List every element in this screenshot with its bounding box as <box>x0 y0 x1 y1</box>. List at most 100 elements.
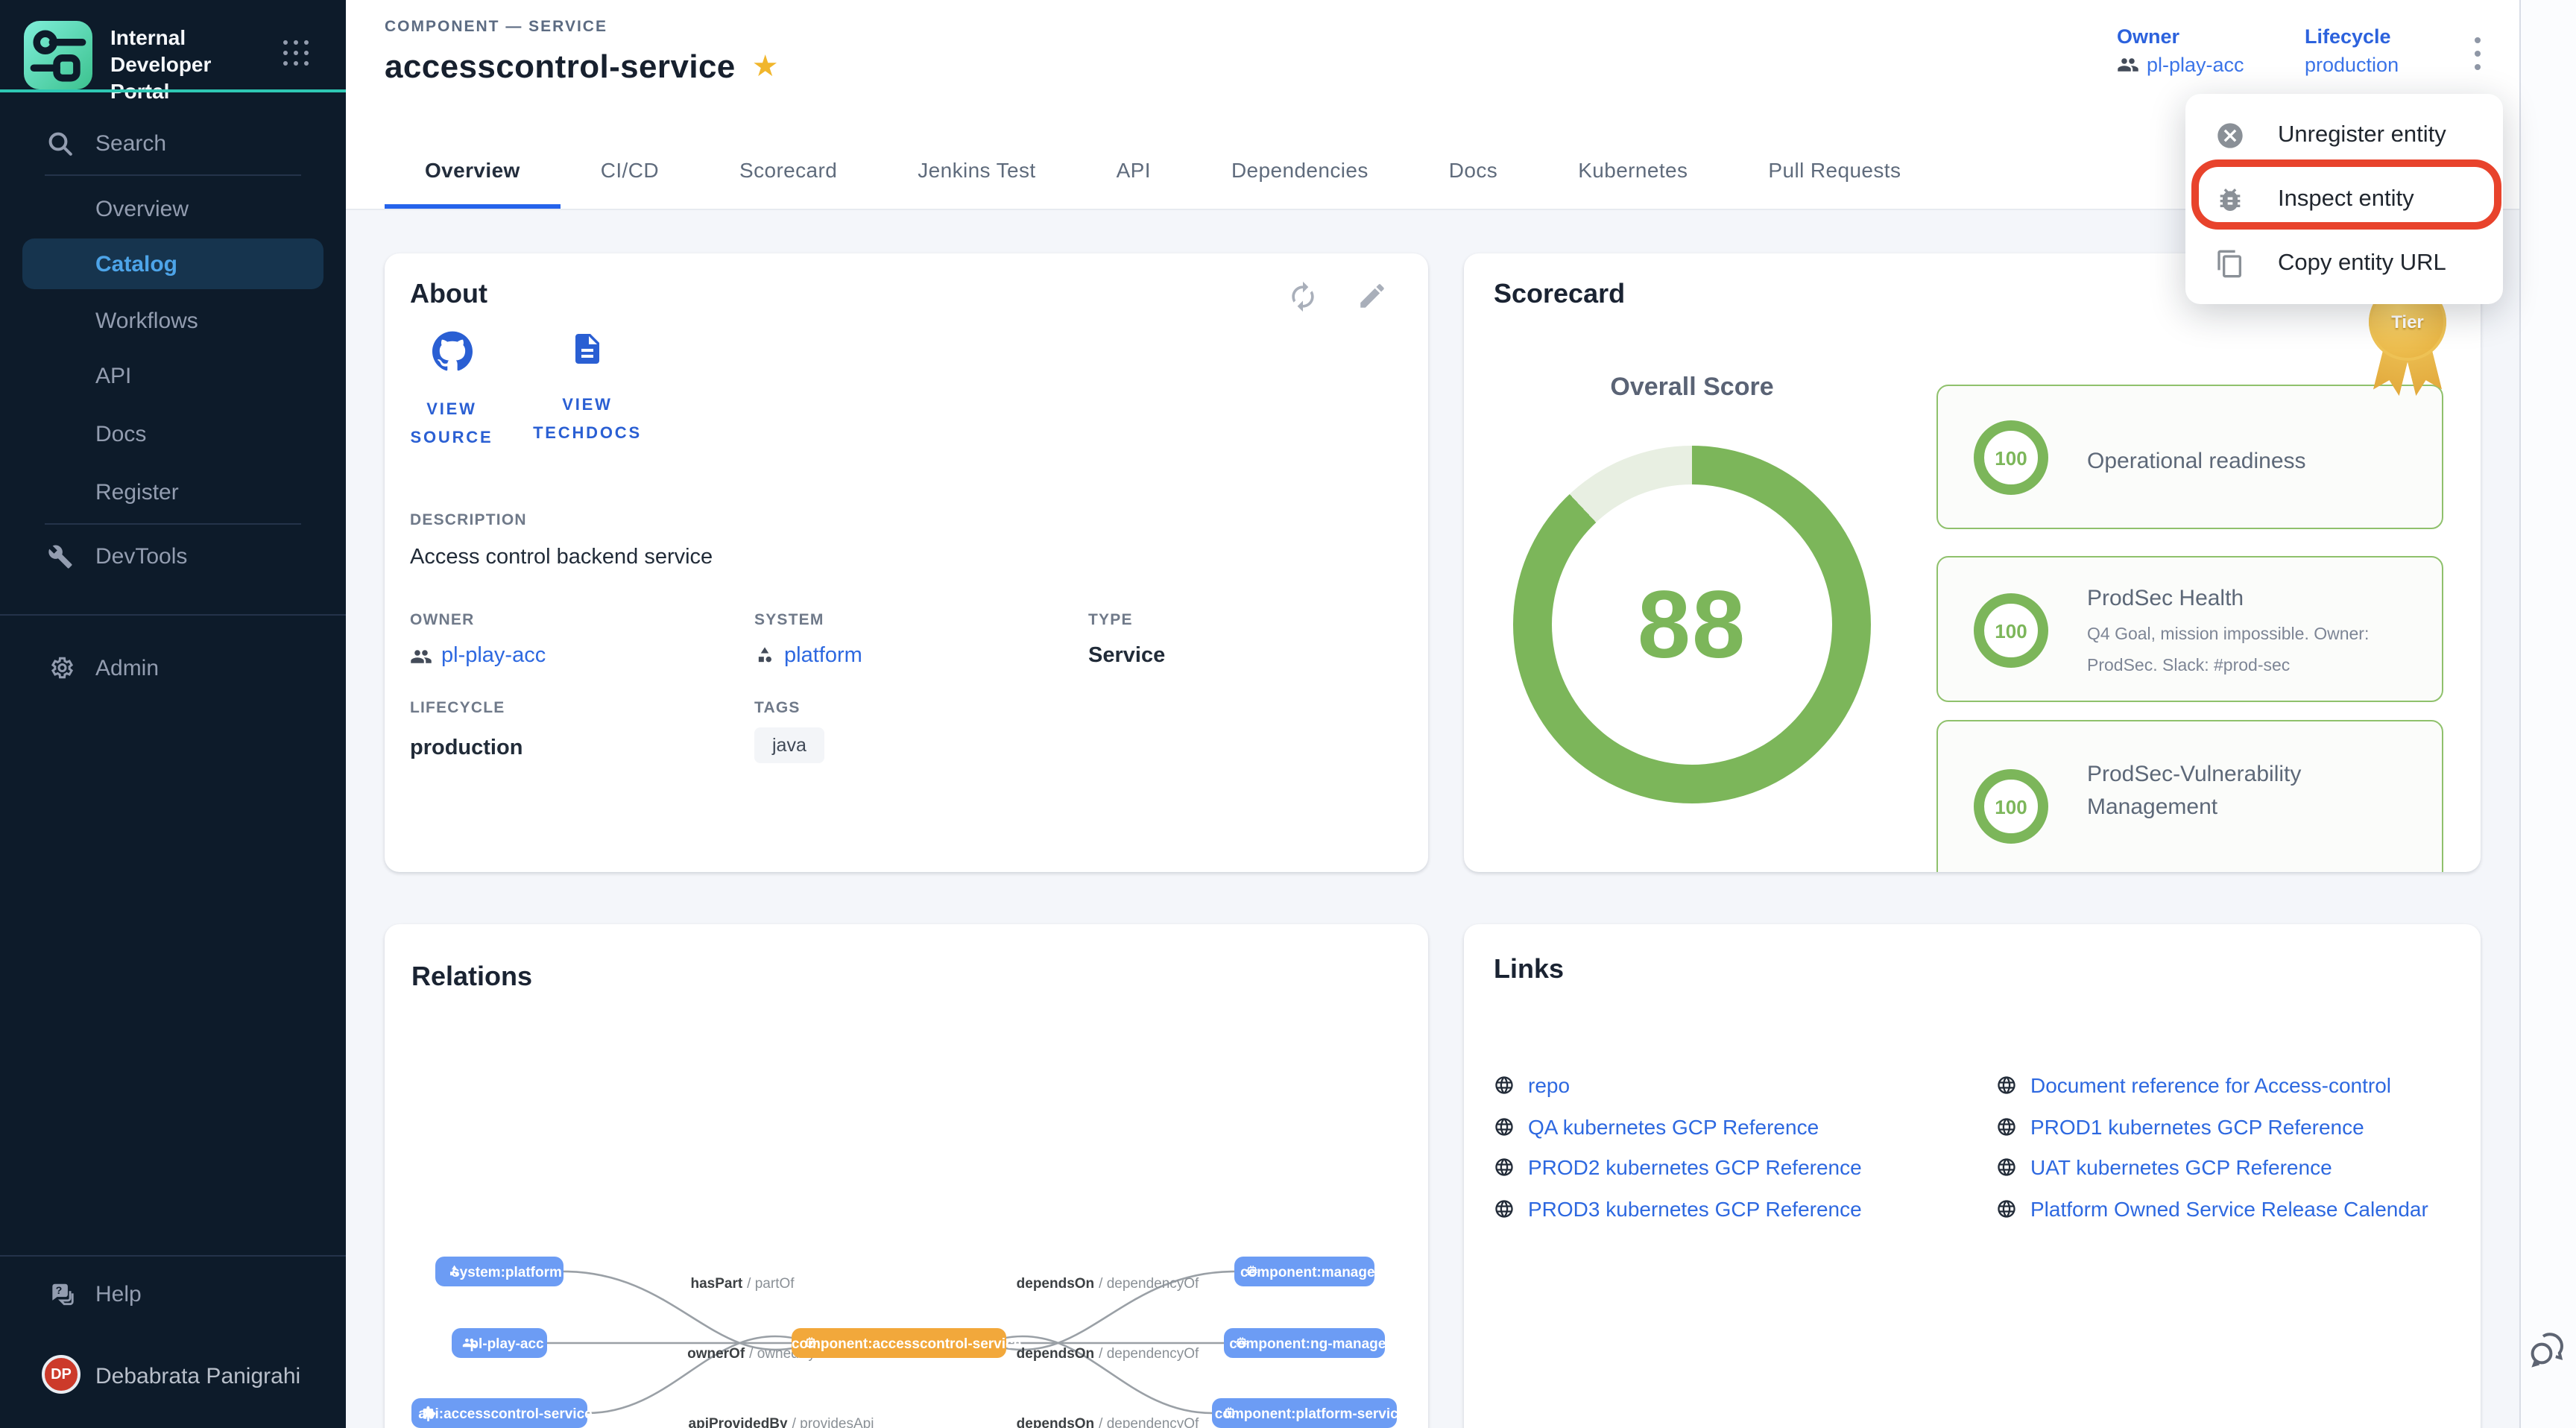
more-options-kebab-icon[interactable] <box>2463 37 2493 70</box>
scrollbar-gutter[interactable] <box>2519 0 2576 1428</box>
relations-graph[interactable]: hasPart/ partOf ownerOf/ ownedBy apiProv… <box>385 924 1428 1428</box>
node-component-ng-manager[interactable]: component:ng-manager <box>1224 1328 1392 1358</box>
system-field-label: SYSTEM <box>754 611 824 629</box>
sidebar-item-help[interactable]: ? Help <box>0 1269 346 1319</box>
score-ring: 100 <box>1974 769 2048 844</box>
menu-item-copy-entity-url[interactable]: Copy entity URL <box>2185 231 2503 295</box>
owner-field-value[interactable]: pl-play-acc <box>410 644 546 668</box>
sidebar-item-devtools[interactable]: DevTools <box>0 531 346 581</box>
link-prod1-kubernetes[interactable]: PROD1 kubernetes GCP Reference <box>1996 1115 2364 1139</box>
node-component-platform-service[interactable]: component:platform-service <box>1212 1398 1406 1428</box>
lifecycle-block: Lifecycle production <box>2305 25 2399 76</box>
view-source-button[interactable]: VIEW SOURCE <box>385 331 519 454</box>
sidebar-item-overview[interactable]: Overview <box>0 183 346 234</box>
scorecard-title: Scorecard <box>1494 279 1625 310</box>
node-component-manager[interactable]: component:manager <box>1234 1257 1381 1286</box>
sidebar-item-api[interactable]: API <box>0 350 346 401</box>
node-component-accesscontrol-service[interactable]: component:accesscontrol-service <box>792 1328 1021 1358</box>
score-item-prodsec-health[interactable]: 100 ProdSec Health Q4 Goal, mission impo… <box>1936 556 2443 702</box>
globe-icon <box>1494 1075 1515 1096</box>
tab-docs[interactable]: Docs <box>1409 131 1538 209</box>
system-field-value[interactable]: platform <box>754 644 862 668</box>
edge-label-dependson-2: dependsOn/ dependencyOf <box>1017 1346 1199 1362</box>
link-uat-kubernetes[interactable]: UAT kubernetes GCP Reference <box>1996 1155 2332 1179</box>
menu-item-inspect-entity[interactable]: Inspect entity <box>2185 167 2503 231</box>
tab-overview[interactable]: Overview <box>385 131 561 209</box>
sidebar-accent-divider <box>0 89 346 92</box>
user-avatar[interactable]: DP <box>42 1355 80 1394</box>
apps-grid-icon[interactable] <box>283 40 310 67</box>
favorite-star-icon[interactable]: ★ <box>752 52 779 82</box>
edge-label-apiprovidedby: apiProvidedBy/ providesApi <box>689 1416 874 1428</box>
entity-context-menu: Unregister entity Inspect entity Copy en… <box>2185 94 2503 304</box>
owner-field-label: OWNER <box>410 611 475 629</box>
link-qa-kubernetes[interactable]: QA kubernetes GCP Reference <box>1494 1115 1819 1139</box>
sidebar-item-search[interactable]: Search <box>0 118 346 168</box>
link-repo[interactable]: repo <box>1494 1073 1570 1097</box>
gear-icon <box>48 654 75 681</box>
svg-text:?: ? <box>56 1284 63 1296</box>
sidebar-divider <box>45 523 301 525</box>
svg-text:component:accesscontrol-servic: component:accesscontrol-service <box>792 1336 1021 1352</box>
sidebar-item-docs[interactable]: Docs <box>0 408 346 459</box>
overall-score-value: 88 <box>1638 569 1746 680</box>
tag-chip[interactable]: java <box>754 727 824 763</box>
overall-score-label: Overall Score <box>1558 373 1826 402</box>
node-pl-play-acc[interactable]: pl-play-acc <box>452 1328 547 1358</box>
about-card: About VIEW SOURCE VIEW TECHDOCS DESCRIPT… <box>385 253 1428 872</box>
search-icon <box>48 130 73 156</box>
menu-item-unregister-entity[interactable]: Unregister entity <box>2185 103 2503 167</box>
lifecycle-field-label: LIFECYCLE <box>410 699 505 717</box>
link-release-calendar[interactable]: Platform Owned Service Release Calendar <box>1996 1197 2428 1221</box>
tab-jenkins-test[interactable]: Jenkins Test <box>877 131 1076 209</box>
sidebar-item-admin[interactable]: Admin <box>0 642 346 693</box>
bug-icon <box>2215 184 2245 214</box>
cancel-circle-icon <box>2215 120 2245 150</box>
entity-kind-breadcrumb: COMPONENT — SERVICE <box>385 18 607 36</box>
score-ring: 100 <box>1974 593 2048 668</box>
link-prod3-kubernetes[interactable]: PROD3 kubernetes GCP Reference <box>1494 1197 1862 1221</box>
sidebar-item-catalog[interactable]: Catalog <box>22 238 323 289</box>
relations-card: Relations hasPart/ partOf ownerOf/ owned… <box>385 924 1428 1428</box>
app-logo-icon <box>24 21 92 89</box>
globe-icon <box>1996 1116 2017 1137</box>
tab-kubernetes[interactable]: Kubernetes <box>1538 131 1728 209</box>
tags-field-label: TAGS <box>754 699 801 717</box>
owner-block: Owner pl-play-acc <box>2117 25 2244 76</box>
tab-cicd[interactable]: CI/CD <box>561 131 699 209</box>
refresh-icon[interactable] <box>1287 280 1322 316</box>
tier-badge-label: Tier <box>2391 312 2424 332</box>
link-document-reference[interactable]: Document reference for Access-control <box>1996 1073 2391 1097</box>
score-item-operational-readiness[interactable]: 100 Operational readiness <box>1936 385 2443 529</box>
sidebar-item-workflows[interactable]: Workflows <box>0 295 346 346</box>
links-card: Links repo QA kubernetes GCP Reference P… <box>1464 924 2481 1428</box>
score-ring: 100 <box>1974 420 2048 495</box>
tab-api[interactable]: API <box>1076 131 1191 209</box>
tab-dependencies[interactable]: Dependencies <box>1191 131 1409 209</box>
app-title: Internal Developer Portal <box>110 24 265 105</box>
description-label: DESCRIPTION <box>410 511 527 529</box>
node-system-platform[interactable]: system:platform <box>435 1257 564 1286</box>
system-icon <box>754 645 775 666</box>
tab-scorecard[interactable]: Scorecard <box>699 131 877 209</box>
edit-pencil-icon[interactable] <box>1357 280 1392 316</box>
tab-pull-requests[interactable]: Pull Requests <box>1728 131 1941 209</box>
link-prod2-kubernetes[interactable]: PROD2 kubernetes GCP Reference <box>1494 1155 1862 1179</box>
edge-label-haspart: hasPart/ partOf <box>690 1276 795 1292</box>
page-title: accesscontrol-service <box>385 48 736 86</box>
node-api-accesscontrol-service[interactable]: api:accesscontrol-service <box>411 1398 593 1428</box>
description-value: Access control backend service <box>410 546 713 569</box>
owner-link[interactable]: pl-play-acc <box>2117 54 2244 76</box>
view-techdocs-button[interactable]: VIEW TECHDOCS <box>520 331 654 449</box>
sidebar-item-register[interactable]: Register <box>0 467 346 517</box>
entity-tabs: Overview CI/CD Scorecard Jenkins Test AP… <box>385 131 1941 209</box>
globe-icon <box>1494 1157 1515 1178</box>
score-item-prodsec-vulnerability[interactable]: 100 ProdSec-Vulnerability Management <box>1936 720 2443 872</box>
page: Internal Developer Portal Search Overvie… <box>0 0 2576 1428</box>
chat-widget-icon[interactable] <box>2525 1328 2570 1373</box>
about-title: About <box>410 279 487 310</box>
wrench-icon <box>48 543 73 569</box>
sidebar: Internal Developer Portal Search Overvie… <box>0 0 346 1428</box>
help-chat-icon: ? <box>48 1280 76 1308</box>
svg-text:component:ng-manager: component:ng-manager <box>1229 1336 1392 1352</box>
